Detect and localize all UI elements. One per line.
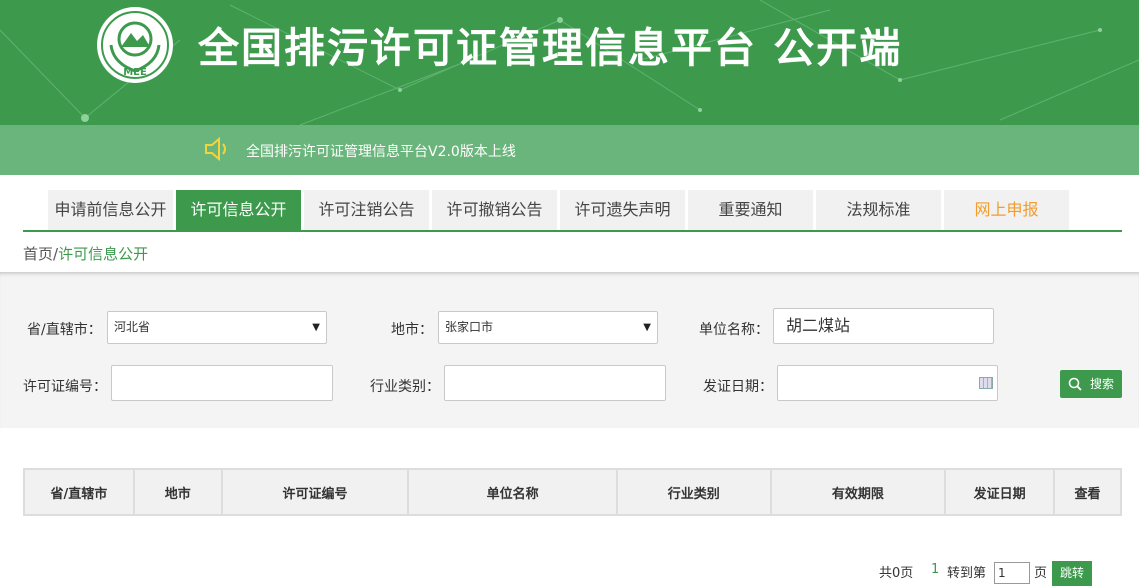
pager-goto-label: 转到第: [947, 566, 987, 581]
search-button-label: 搜索: [1090, 377, 1115, 391]
tab-underline: [23, 230, 1122, 232]
breadcrumb-home[interactable]: 首页: [23, 245, 53, 263]
site-title: 全国排污许可证管理信息平台 公开端: [198, 24, 903, 72]
jump-button[interactable]: 跳转: [1052, 561, 1092, 586]
tab-pre-application[interactable]: 申请前信息公开: [48, 190, 173, 230]
col-industry: 行业类别: [615, 468, 772, 516]
tab-license-revocation[interactable]: 许可撤销公告: [432, 190, 557, 230]
dropdown-arrow-icon: ▼: [312, 322, 320, 333]
province-label: 省/直辖市：: [27, 322, 102, 338]
tab-license-loss[interactable]: 许可遗失声明: [560, 190, 685, 230]
col-view: 查看: [1053, 468, 1122, 516]
breadcrumb-current: 许可信息公开: [58, 245, 149, 263]
col-issue-date: 发证日期: [944, 468, 1056, 516]
issue-date-input[interactable]: [777, 365, 998, 401]
province-value: 河北省: [114, 320, 151, 334]
search-icon: [1068, 377, 1082, 391]
industry-label: 行业类别：: [370, 379, 440, 395]
license-number-input[interactable]: [111, 365, 333, 401]
col-unit-name: 单位名称: [407, 468, 618, 516]
notice-bar: [0, 125, 1139, 175]
header-banner: MEE 全国排污许可证管理信息平台 公开端: [0, 0, 1139, 125]
pager-total: 共0页: [879, 566, 914, 581]
col-validity: 有效期限: [769, 468, 947, 516]
col-province: 省/直辖市: [23, 468, 135, 516]
tab-license-info[interactable]: 许可信息公开: [176, 190, 301, 230]
col-city: 地市: [132, 468, 223, 516]
dropdown-arrow-icon: ▼: [643, 322, 651, 333]
city-select[interactable]: 张家口市 ▼: [438, 311, 658, 344]
tab-regulations[interactable]: 法规标准: [816, 190, 941, 230]
table-header-row: 省/直辖市 地市 许可证编号 单位名称 行业类别 有效期限 发证日期 查看: [23, 468, 1122, 516]
tab-online-application[interactable]: 网上申报: [944, 190, 1069, 230]
svg-text:MEE: MEE: [123, 67, 147, 78]
license-number-label: 许可证编号：: [23, 379, 107, 395]
pager-page-unit: 页: [1034, 566, 1048, 581]
notice-text[interactable]: 全国排污许可证管理信息平台V2.0版本上线: [246, 141, 516, 161]
city-label: 地市：: [391, 322, 433, 338]
calendar-icon[interactable]: [979, 377, 993, 389]
pager-current-page[interactable]: 1: [931, 562, 939, 577]
filter-panel: [0, 272, 1139, 428]
unit-name-label: 单位名称：: [699, 322, 769, 338]
issue-date-label: 发证日期：: [703, 379, 773, 395]
province-select[interactable]: 河北省 ▼: [107, 311, 327, 344]
page-number-input[interactable]: 1: [994, 562, 1030, 584]
breadcrumb: 首页/许可信息公开: [23, 243, 148, 264]
industry-input[interactable]: [444, 365, 666, 401]
col-license-number: 许可证编号: [220, 468, 410, 516]
tab-license-cancellation[interactable]: 许可注销公告: [304, 190, 429, 230]
tab-important-notice[interactable]: 重要通知: [688, 190, 813, 230]
speaker-icon: [205, 137, 226, 161]
city-value: 张家口市: [445, 320, 494, 334]
results-table: 省/直辖市 地市 许可证编号 单位名称 行业类别 有效期限 发证日期 查看: [23, 468, 1122, 516]
mee-logo: MEE: [95, 5, 175, 85]
search-button[interactable]: 搜索: [1060, 370, 1122, 398]
unit-name-input[interactable]: 胡二煤站: [773, 308, 994, 344]
